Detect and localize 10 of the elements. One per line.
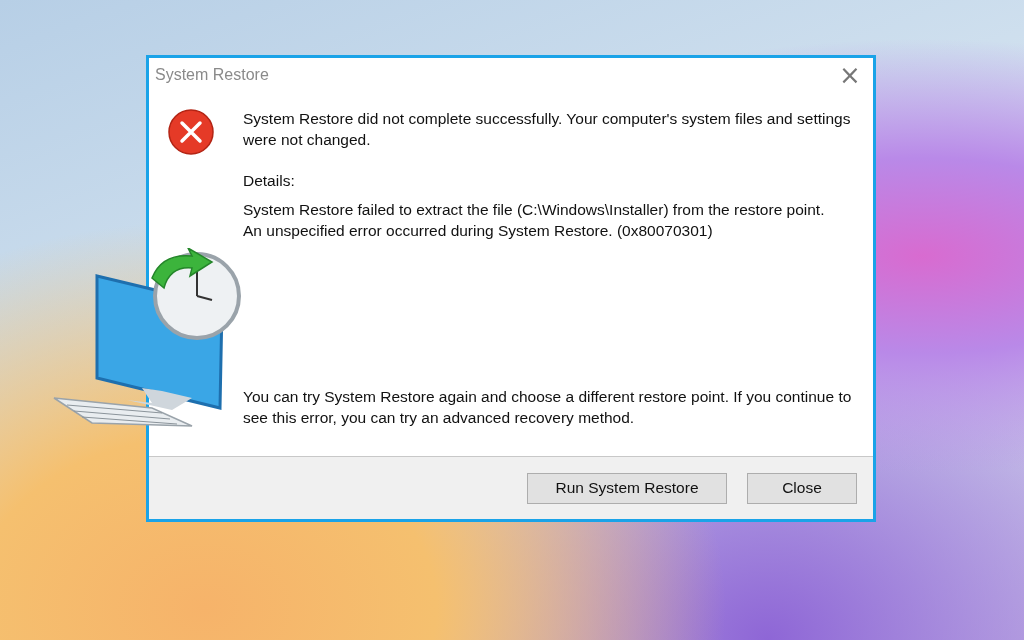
advice-text: You can try System Restore again and choose a different restore point. If you continue to see this error, you can try an advanced recovery method. [243,387,853,428]
dialog-button[interactable]: Close [747,472,857,504]
window-title: System Restore [155,66,269,84]
details-text: An unspecified error occurred during System Restore. (0x80070301) [243,221,714,241]
error-icon [167,108,215,156]
error-message: System Restore did not complete successfully. Your computer's system files and settings were not changed. [243,109,852,150]
details-label: Details: [243,171,296,191]
close-button[interactable]: × [827,58,873,92]
details-text: System Restore failed to extract the file (C:\Windows\Installer) from the restore point. [243,200,826,220]
dialog-button[interactable]: Run System Restore [527,472,727,504]
